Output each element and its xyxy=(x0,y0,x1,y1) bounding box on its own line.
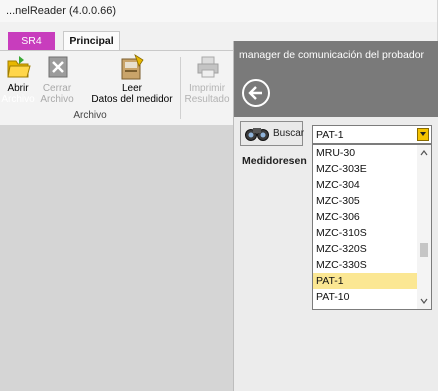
tab-sr4[interactable]: SR4 xyxy=(8,32,55,50)
dropdown-item[interactable]: MRU-30 xyxy=(313,145,417,161)
meter-model-list: MRU-30 MZC-303E MZC-304 MZC-305 MZC-306 … xyxy=(312,144,432,310)
dropdown-item-selected[interactable]: PAT-1 xyxy=(313,273,417,289)
ribbon-group-label: Archivo xyxy=(73,110,107,121)
search-button[interactable]: Buscar xyxy=(240,121,305,147)
close-label-line1: Cerrar xyxy=(42,83,72,94)
read-meter-button[interactable]: Leer Datos del medidor xyxy=(88,53,176,105)
dropdown-toggle[interactable] xyxy=(417,128,429,141)
meter-model-select[interactable]: PAT-1 xyxy=(312,125,432,144)
read-label-line2: Datos del medidor xyxy=(91,94,173,105)
print-label-line1: Imprimir xyxy=(188,83,226,94)
binoculars-icon xyxy=(244,125,270,147)
ribbon-group-separator xyxy=(180,57,181,119)
scrollbar-thumb[interactable] xyxy=(420,243,428,257)
close-file-icon xyxy=(47,55,69,82)
open-label-line2: Archivo xyxy=(1,94,35,105)
ribbon: Abrir Archivo Cerrar Archivo Leer Datos … xyxy=(0,50,233,126)
search-label: Buscar xyxy=(273,128,305,139)
dropdown-scrollbar[interactable] xyxy=(417,145,431,309)
chevron-down-icon xyxy=(420,132,426,136)
read-meter-icon xyxy=(118,53,146,84)
printer-icon xyxy=(196,55,220,82)
scroll-down-icon[interactable] xyxy=(420,297,428,305)
panel-header: manager de comunicación del probador xyxy=(234,41,438,117)
folder-open-icon xyxy=(6,55,32,82)
meters-label: Medidoresen xyxy=(242,155,307,167)
dropdown-item[interactable]: PAT-10 xyxy=(313,289,417,305)
open-file-button[interactable]: Abrir Archivo xyxy=(0,53,36,105)
back-button[interactable] xyxy=(242,79,270,107)
dropdown-item[interactable]: MZC-310S xyxy=(313,225,417,241)
open-file-label: Abrir Archivo xyxy=(0,83,36,105)
tab-principal[interactable]: Principal xyxy=(63,31,120,52)
window-title: ...nelReader (4.0.0.66) xyxy=(6,5,117,17)
title-bar: ...nelReader (4.0.0.66) xyxy=(0,0,437,22)
back-arrow-icon xyxy=(248,86,262,100)
close-file-button[interactable]: Cerrar Archivo xyxy=(38,53,76,105)
print-label-line2: Resultado xyxy=(184,94,230,105)
meter-model-value: PAT-1 xyxy=(316,129,344,141)
close-label-line2: Archivo xyxy=(40,94,74,105)
open-label-line1: Abrir xyxy=(7,83,29,94)
dropdown-item[interactable]: MZC-303E xyxy=(313,161,417,177)
read-meter-label: Leer Datos del medidor xyxy=(88,83,176,105)
close-file-label: Cerrar Archivo xyxy=(38,83,76,105)
dropdown-item[interactable]: MZC-305 xyxy=(313,193,417,209)
document-area xyxy=(0,125,233,391)
dropdown-item[interactable]: MZC-306 xyxy=(313,209,417,225)
tester-communication-panel: manager de comunicación del probador Bus… xyxy=(233,41,438,391)
print-result-label: Imprimir Resultado xyxy=(182,83,232,105)
print-result-button[interactable]: Imprimir Resultado xyxy=(182,53,232,105)
scroll-up-icon[interactable] xyxy=(420,149,428,157)
app-window: ...nelReader (4.0.0.66) SR4 Principal Ab… xyxy=(0,0,438,391)
dropdown-item[interactable]: MZC-330S xyxy=(313,257,417,273)
panel-title: manager de comunicación del probador xyxy=(239,49,425,61)
dropdown-item[interactable]: MZC-320S xyxy=(313,241,417,257)
dropdown-item[interactable]: MZC-304 xyxy=(313,177,417,193)
read-label-line1: Leer xyxy=(121,83,142,94)
